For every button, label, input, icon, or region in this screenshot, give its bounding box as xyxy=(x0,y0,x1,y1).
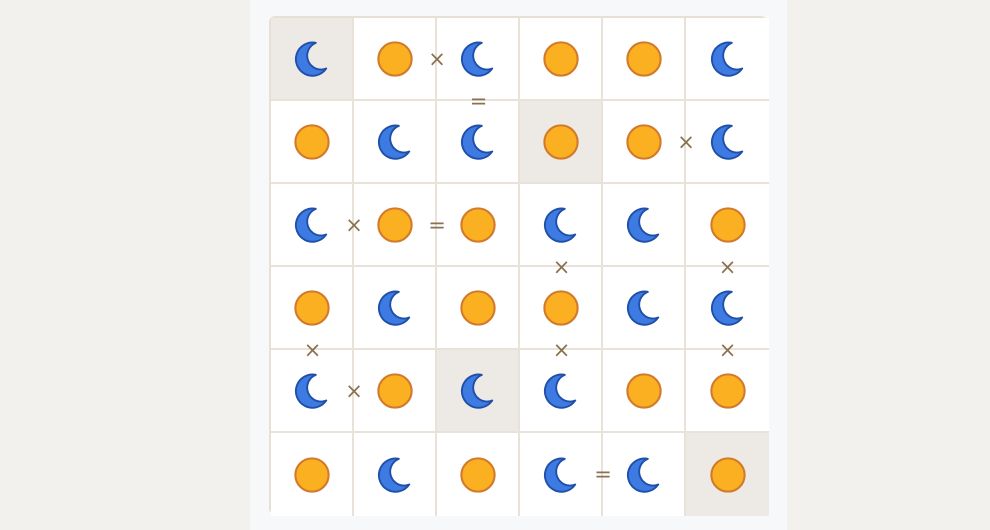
grid-cell[interactable] xyxy=(686,101,769,184)
grid-cell[interactable] xyxy=(686,350,769,433)
grid-cell[interactable] xyxy=(603,101,686,184)
moon-icon xyxy=(709,40,747,78)
grid-cell[interactable] xyxy=(603,267,686,350)
grid-cell[interactable] xyxy=(520,433,603,516)
moon-icon xyxy=(293,40,331,78)
grid-cell[interactable] xyxy=(354,433,437,516)
moon-icon xyxy=(625,289,663,327)
grid-cell[interactable] xyxy=(354,350,437,433)
grid-cell[interactable] xyxy=(686,267,769,350)
grid-cell[interactable] xyxy=(603,18,686,101)
grid-cell[interactable] xyxy=(520,350,603,433)
moon-icon xyxy=(542,206,580,244)
grid-cell[interactable] xyxy=(520,18,603,101)
sun-icon xyxy=(542,123,580,161)
grid-cell[interactable] xyxy=(520,184,603,267)
grid-cell[interactable] xyxy=(271,433,354,516)
grid-cell[interactable] xyxy=(437,18,520,101)
moon-icon xyxy=(709,289,747,327)
grid-cell[interactable] xyxy=(354,101,437,184)
sun-icon xyxy=(376,372,414,410)
sun-icon xyxy=(293,123,331,161)
grid-cell[interactable] xyxy=(437,267,520,350)
sun-icon xyxy=(625,40,663,78)
sun-icon xyxy=(459,289,497,327)
moon-icon xyxy=(709,123,747,161)
grid-cell[interactable] xyxy=(520,267,603,350)
tango-board: × = × × = × × × × × × = xyxy=(269,16,769,516)
grid-cell[interactable] xyxy=(603,350,686,433)
grid-cell[interactable] xyxy=(686,184,769,267)
sun-icon xyxy=(376,206,414,244)
sun-icon xyxy=(625,123,663,161)
moon-icon xyxy=(625,206,663,244)
grid-cell xyxy=(686,433,769,516)
sun-icon xyxy=(709,372,747,410)
sun-icon xyxy=(459,456,497,494)
moon-icon xyxy=(625,456,663,494)
sun-icon xyxy=(709,456,747,494)
moon-icon xyxy=(459,372,497,410)
moon-icon xyxy=(376,289,414,327)
grid-cell[interactable] xyxy=(271,267,354,350)
moon-icon xyxy=(293,206,331,244)
grid-cell[interactable] xyxy=(354,267,437,350)
moon-icon xyxy=(459,40,497,78)
sun-icon xyxy=(459,206,497,244)
grid-cell[interactable] xyxy=(437,101,520,184)
moon-icon xyxy=(542,456,580,494)
grid-cell[interactable] xyxy=(354,18,437,101)
moon-icon xyxy=(542,372,580,410)
sun-icon xyxy=(709,206,747,244)
sun-icon xyxy=(542,40,580,78)
sun-icon xyxy=(625,372,663,410)
grid-cell[interactable] xyxy=(603,184,686,267)
moon-icon xyxy=(376,456,414,494)
moon-icon xyxy=(293,372,331,410)
grid-cell[interactable] xyxy=(603,433,686,516)
grid-cell xyxy=(520,101,603,184)
grid-cell[interactable] xyxy=(271,101,354,184)
grid-cell xyxy=(437,350,520,433)
grid-cell[interactable] xyxy=(271,350,354,433)
sun-icon xyxy=(376,40,414,78)
grid-cell[interactable] xyxy=(437,184,520,267)
grid-cell[interactable] xyxy=(437,433,520,516)
sun-icon xyxy=(293,289,331,327)
sun-icon xyxy=(542,289,580,327)
moon-icon xyxy=(376,123,414,161)
sun-icon xyxy=(293,456,331,494)
grid-cell[interactable] xyxy=(271,184,354,267)
grid-cell[interactable] xyxy=(686,18,769,101)
grid-cell xyxy=(271,18,354,101)
moon-icon xyxy=(459,123,497,161)
grid-cell[interactable] xyxy=(354,184,437,267)
